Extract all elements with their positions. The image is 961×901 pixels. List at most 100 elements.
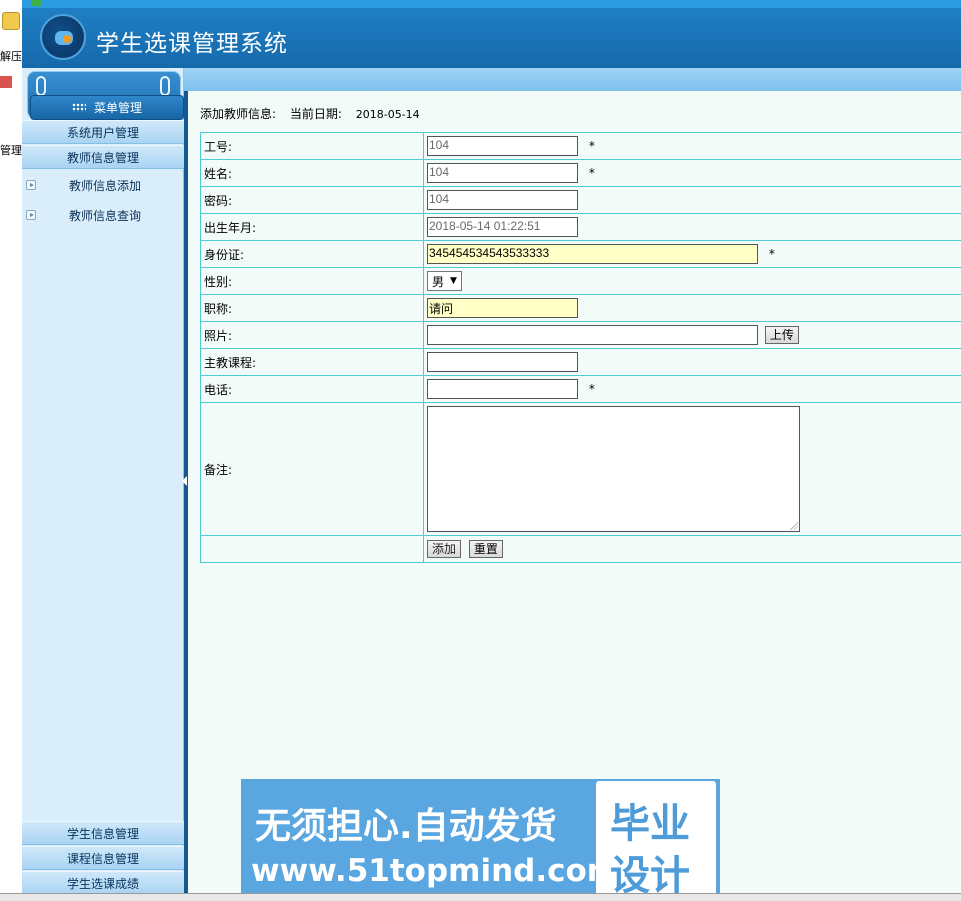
form-cell (423, 348, 961, 376)
watermark-left: 无须担心.自动发货 www.51topmind.com (241, 779, 619, 901)
sidebar: 菜单管理 系统用户管理 教师信息管理 教师信息添加 教师信息查询 学生信息管理 … (22, 68, 184, 895)
upload-button[interactable]: 上传 (764, 326, 799, 344)
main-content: 添加教师信息: 当前日期: 2018-05-14 工号: 104 * 姓名: 1… (188, 91, 961, 893)
folder-icon[interactable] (2, 12, 20, 30)
resize-grip-icon[interactable] (790, 522, 798, 530)
idcard-input[interactable]: 345454534543533333 (427, 244, 758, 264)
watermark-badge-line1: 毕业 (610, 801, 690, 847)
field-label-birth: 出生年月: (200, 213, 424, 241)
sidebar-section-label: 系统用户管理 (66, 125, 139, 140)
sidebar-section-system-users[interactable]: 系统用户管理 (22, 120, 184, 144)
gender-select[interactable]: 男 ▼ (427, 271, 462, 291)
taskbar-edge (0, 893, 961, 901)
remark-textarea[interactable] (427, 406, 800, 532)
photo-input[interactable] (427, 325, 758, 345)
form-cell (423, 402, 961, 536)
logo-icon (40, 14, 86, 60)
teacher-form-table: 工号: 104 * 姓名: 104 * 密码: 104 出生年月: 2018-0… (200, 132, 961, 563)
required-mark: * (588, 166, 595, 180)
field-label-course: 主教课程: (200, 348, 424, 376)
breadcrumb: 添加教师信息: 当前日期: 2018-05-14 (200, 105, 430, 122)
sidebar-section-student-scores[interactable]: 学生选课成绩 (22, 871, 184, 895)
sidebar-section-course-info[interactable]: 课程信息管理 (22, 846, 184, 870)
watermark-badge: 毕业 设计 (596, 781, 716, 899)
form-cell: 男 ▼ (423, 267, 961, 295)
add-button[interactable]: 添加 (427, 540, 462, 558)
form-row: 职称: 请问 (200, 294, 961, 322)
menu-management-header[interactable]: 菜单管理 (30, 95, 184, 120)
form-row: 身份证: 345454534543533333 * (200, 240, 961, 268)
title-input[interactable]: 请问 (427, 298, 578, 318)
watermark-banner: 无须担心.自动发货 www.51topmind.com 毕业 设计 (241, 779, 720, 901)
sidebar-section-label: 教师信息管理 (66, 150, 139, 165)
form-cell: 104 * (423, 159, 961, 187)
form-cell: 添加 重置 (423, 535, 961, 563)
grid-icon (71, 103, 86, 112)
phone-input[interactable] (427, 379, 578, 399)
arrow-bullet-icon (26, 180, 36, 190)
watermark-url: www.51topmind.com (251, 853, 620, 889)
required-mark: * (588, 139, 595, 153)
field-label-remark: 备注: (200, 402, 424, 536)
form-row: 密码: 104 (200, 186, 961, 214)
form-row: 性别: 男 ▼ (200, 267, 961, 295)
field-label-title: 职称: (200, 294, 424, 322)
current-date: 2018-05-14 (355, 108, 420, 121)
menu-management-label: 菜单管理 (93, 101, 142, 115)
form-cell: 2018-05-14 01:22:51 (423, 213, 961, 241)
desktop-background: 解压 管理 (0, 0, 22, 901)
password-input[interactable]: 104 (427, 190, 578, 210)
field-label-gender: 性别: (200, 267, 424, 295)
sidebar-item-teacher-add[interactable]: 教师信息添加 (22, 171, 184, 199)
field-label-id: 工号: (200, 132, 424, 160)
pin-icon (36, 76, 46, 96)
sidebar-section-student-info[interactable]: 学生信息管理 (22, 821, 184, 845)
window-top-strip (22, 0, 961, 8)
sidebar-section-label: 学生信息管理 (66, 826, 139, 841)
page-title: 添加教师信息: (200, 107, 277, 121)
desktop-label-manage: 管理 (0, 144, 22, 157)
form-cell: 请问 (423, 294, 961, 322)
form-cell: 104 * (423, 132, 961, 160)
watermark-slogan: 无须担心.自动发货 (255, 806, 557, 847)
required-mark: * (588, 382, 595, 396)
birth-date-input[interactable]: 2018-05-14 01:22:51 (427, 217, 578, 237)
field-label-idcard: 身份证: (200, 240, 424, 268)
form-cell: 345454534543533333 * (423, 240, 961, 268)
pin-icon (160, 76, 170, 96)
sidebar-item-teacher-query[interactable]: 教师信息查询 (22, 201, 184, 229)
collapse-arrow-icon[interactable] (182, 476, 187, 486)
form-row: 主教课程: (200, 348, 961, 376)
app-title: 学生选课管理系统 (96, 31, 288, 57)
required-mark: * (768, 247, 775, 261)
form-row: 备注: (200, 402, 961, 536)
form-cell: 上传 (423, 321, 961, 349)
form-cell: 104 (423, 186, 961, 214)
form-row: 添加 重置 (200, 535, 961, 563)
form-row: 电话: * (200, 375, 961, 403)
date-label: 当前日期: (289, 107, 342, 121)
gender-selected-value: 男 (432, 274, 445, 289)
dropdown-arrow-icon: ▼ (450, 276, 457, 286)
form-row: 出生年月: 2018-05-14 01:22:51 (200, 213, 961, 241)
sidebar-section-teacher-info[interactable]: 教师信息管理 (22, 145, 184, 169)
arrow-bullet-icon (26, 210, 36, 220)
sidebar-item-label: 教师信息查询 (69, 208, 142, 223)
app-header: 学生选课管理系统 (22, 8, 961, 68)
form-row: 照片: 上传 (200, 321, 961, 349)
form-row: 工号: 104 * (200, 132, 961, 160)
field-label-phone: 电话: (200, 375, 424, 403)
sidebar-header: 菜单管理 (27, 71, 184, 120)
field-label-password: 密码: (200, 186, 424, 214)
name-input[interactable]: 104 (427, 163, 578, 183)
window-icon (32, 0, 42, 6)
form-cell: * (423, 375, 961, 403)
sidebar-section-label: 学生选课成绩 (66, 876, 139, 891)
form-row: 姓名: 104 * (200, 159, 961, 187)
app-icon[interactable] (0, 76, 12, 88)
reset-button[interactable]: 重置 (468, 540, 503, 558)
id-input[interactable]: 104 (427, 136, 578, 156)
desktop-label-extract: 解压 (0, 50, 22, 63)
main-course-input[interactable] (427, 352, 578, 372)
sidebar-item-label: 教师信息添加 (69, 178, 142, 193)
